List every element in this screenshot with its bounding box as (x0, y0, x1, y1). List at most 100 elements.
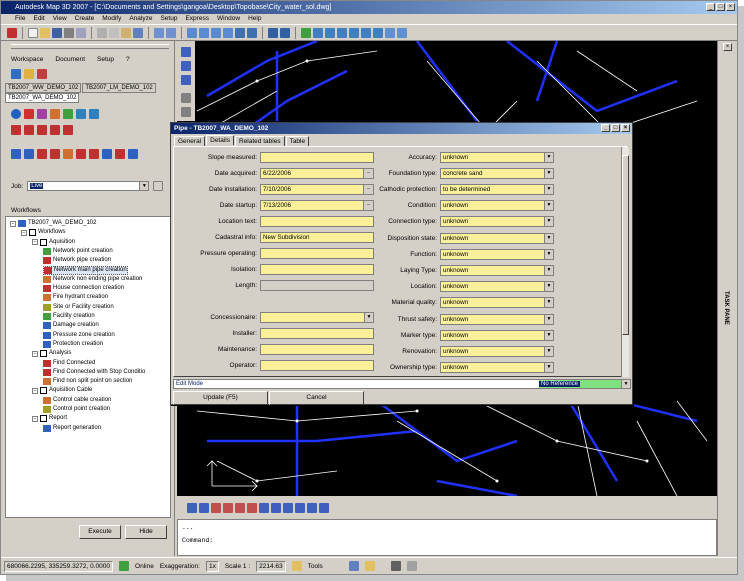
menu-edit[interactable]: Edit (33, 14, 44, 24)
design-center-icon[interactable] (247, 27, 257, 38)
app-icon[interactable] (7, 27, 17, 38)
tree-item[interactable]: − Aquisition (32, 238, 75, 247)
chevron-down-icon[interactable]: ▼ (544, 152, 553, 162)
field-input[interactable] (260, 343, 374, 355)
menu-window[interactable]: Window (217, 14, 240, 24)
print-icon[interactable] (64, 27, 74, 38)
line-tool-5-icon[interactable] (63, 125, 73, 135)
minimize-button[interactable]: _ (706, 3, 715, 11)
report-icon[interactable] (63, 109, 73, 119)
field-select[interactable]: unknown ▼ (440, 232, 554, 244)
save-icon[interactable] (52, 27, 62, 38)
field-input[interactable] (260, 263, 374, 275)
field-input[interactable]: 7/13/2006... (260, 199, 374, 211)
tree-item[interactable]: Find non split point on section (43, 377, 132, 386)
copy-icon[interactable] (109, 27, 119, 38)
tree-item[interactable]: − TB2007_WA_DEMO_102 (10, 219, 96, 228)
feature-edit-icon[interactable] (50, 109, 60, 119)
menu-modify[interactable]: Modify (102, 14, 121, 24)
tree-item[interactable]: − Workflows (21, 228, 66, 237)
field-select[interactable]: unknown ▼ (440, 200, 554, 212)
draw-tool-12-icon[interactable] (319, 503, 329, 513)
draw-tool-10-icon[interactable] (295, 503, 305, 513)
tree-item[interactable]: Control point creation (43, 405, 110, 414)
field-input[interactable]: New Subdivision (260, 231, 374, 243)
map-tool-8-icon[interactable] (385, 27, 395, 38)
chevron-down-icon[interactable]: ▼ (544, 184, 553, 194)
orbit-tool-icon[interactable] (181, 75, 191, 85)
tree-item[interactable]: Protection creation (43, 340, 103, 349)
chevron-down-icon[interactable]: ▼ (544, 265, 553, 275)
close-document-icon[interactable] (37, 69, 47, 79)
tree-item[interactable]: − Aquisition Cable (32, 386, 92, 395)
workspace-icon[interactable] (11, 69, 21, 79)
menu-file[interactable]: File (15, 14, 25, 24)
chevron-down-icon[interactable]: ▼ (544, 330, 553, 340)
field-input[interactable] (260, 151, 374, 163)
field-select[interactable]: unknown ▼ (440, 216, 554, 228)
tree-item[interactable]: Pressure zone creation (43, 331, 115, 340)
draw-tool-9-icon[interactable] (283, 503, 293, 513)
status-tray-4-icon[interactable] (406, 561, 417, 571)
chevron-down-icon[interactable]: ▼ (544, 217, 553, 227)
map-tool-9-icon[interactable] (397, 27, 407, 38)
chevron-down-icon[interactable]: ▼ (364, 312, 373, 322)
draw-tool-11-icon[interactable] (307, 503, 317, 513)
draw-tool-1-icon[interactable] (187, 503, 197, 513)
network-tool-4-icon[interactable] (50, 149, 60, 159)
scale-select[interactable]: 2214.63 (256, 560, 286, 572)
network-tool-7-icon[interactable] (89, 149, 99, 159)
tree-expander-icon[interactable]: − (32, 387, 38, 394)
draw-tool-5-icon[interactable] (235, 503, 245, 513)
menu-express[interactable]: Express (185, 14, 208, 24)
map-tool-6-icon[interactable] (361, 27, 371, 38)
dialog-minimize-button[interactable]: _ (601, 124, 610, 132)
feature-class-icon[interactable] (37, 109, 47, 119)
chevron-down-icon[interactable]: ▼ (544, 168, 553, 178)
line-tool-3-icon[interactable] (37, 125, 47, 135)
field-select[interactable]: concrete sand ▼ (440, 167, 554, 179)
tree-item[interactable]: House connection creation (43, 284, 124, 293)
menu-document[interactable]: Document (55, 55, 85, 65)
tree-item[interactable]: Control cable creation (43, 396, 111, 405)
info-icon[interactable] (11, 109, 21, 119)
date-picker-icon[interactable]: ... (363, 200, 373, 210)
undo-icon[interactable] (154, 27, 164, 38)
chevron-down-icon[interactable]: ▼ (544, 363, 553, 373)
task-pane-close-icon[interactable]: × (723, 43, 732, 51)
date-picker-icon[interactable]: ... (363, 168, 373, 178)
dialog-maximize-button[interactable]: □ (611, 124, 620, 132)
scrollbar-thumb[interactable] (622, 155, 629, 335)
field-input[interactable]: ▼ (260, 311, 374, 323)
status-tray-3-icon[interactable] (390, 561, 401, 571)
tools-menu[interactable]: Tools (308, 563, 323, 570)
network-tool-9-icon[interactable] (115, 149, 125, 159)
network-tool-2-icon[interactable] (24, 149, 34, 159)
chevron-down-icon[interactable]: ▼ (544, 201, 553, 211)
draw-tool-7-icon[interactable] (259, 503, 269, 513)
draw-tool-4-icon[interactable] (223, 503, 233, 513)
tree-item[interactable]: Report generation (43, 424, 101, 433)
field-select[interactable]: unknown ▼ (440, 362, 554, 374)
exaggeration-select[interactable]: 1x (205, 560, 219, 572)
network-tool-10-icon[interactable] (128, 149, 138, 159)
network-tool-8-icon[interactable] (102, 149, 112, 159)
pencil-tool-icon[interactable] (181, 93, 191, 103)
chevron-down-icon[interactable]: ▼ (544, 233, 553, 243)
table-icon[interactable] (76, 109, 86, 119)
tree-item[interactable]: − Analysis (32, 349, 71, 358)
form-icon[interactable] (89, 109, 99, 119)
zoom-tool-icon[interactable] (181, 61, 191, 71)
cut-icon[interactable] (97, 27, 107, 38)
tree-expander-icon[interactable]: − (32, 239, 38, 246)
network-tool-6-icon[interactable] (76, 149, 86, 159)
menu-help[interactable]: Help (248, 14, 261, 24)
draw-tool-3-icon[interactable] (211, 503, 221, 513)
tab-lm-demo[interactable]: TB2007_LM_DEMO_102 (82, 83, 156, 93)
field-select[interactable]: unknown ▼ (440, 281, 554, 293)
map-tool-1-icon[interactable] (301, 27, 311, 38)
status-tray-1-icon[interactable] (348, 561, 359, 571)
field-input[interactable] (260, 247, 374, 259)
tab-related-tables[interactable]: Related tables (235, 136, 285, 146)
draw-tool-6-icon[interactable] (247, 503, 257, 513)
